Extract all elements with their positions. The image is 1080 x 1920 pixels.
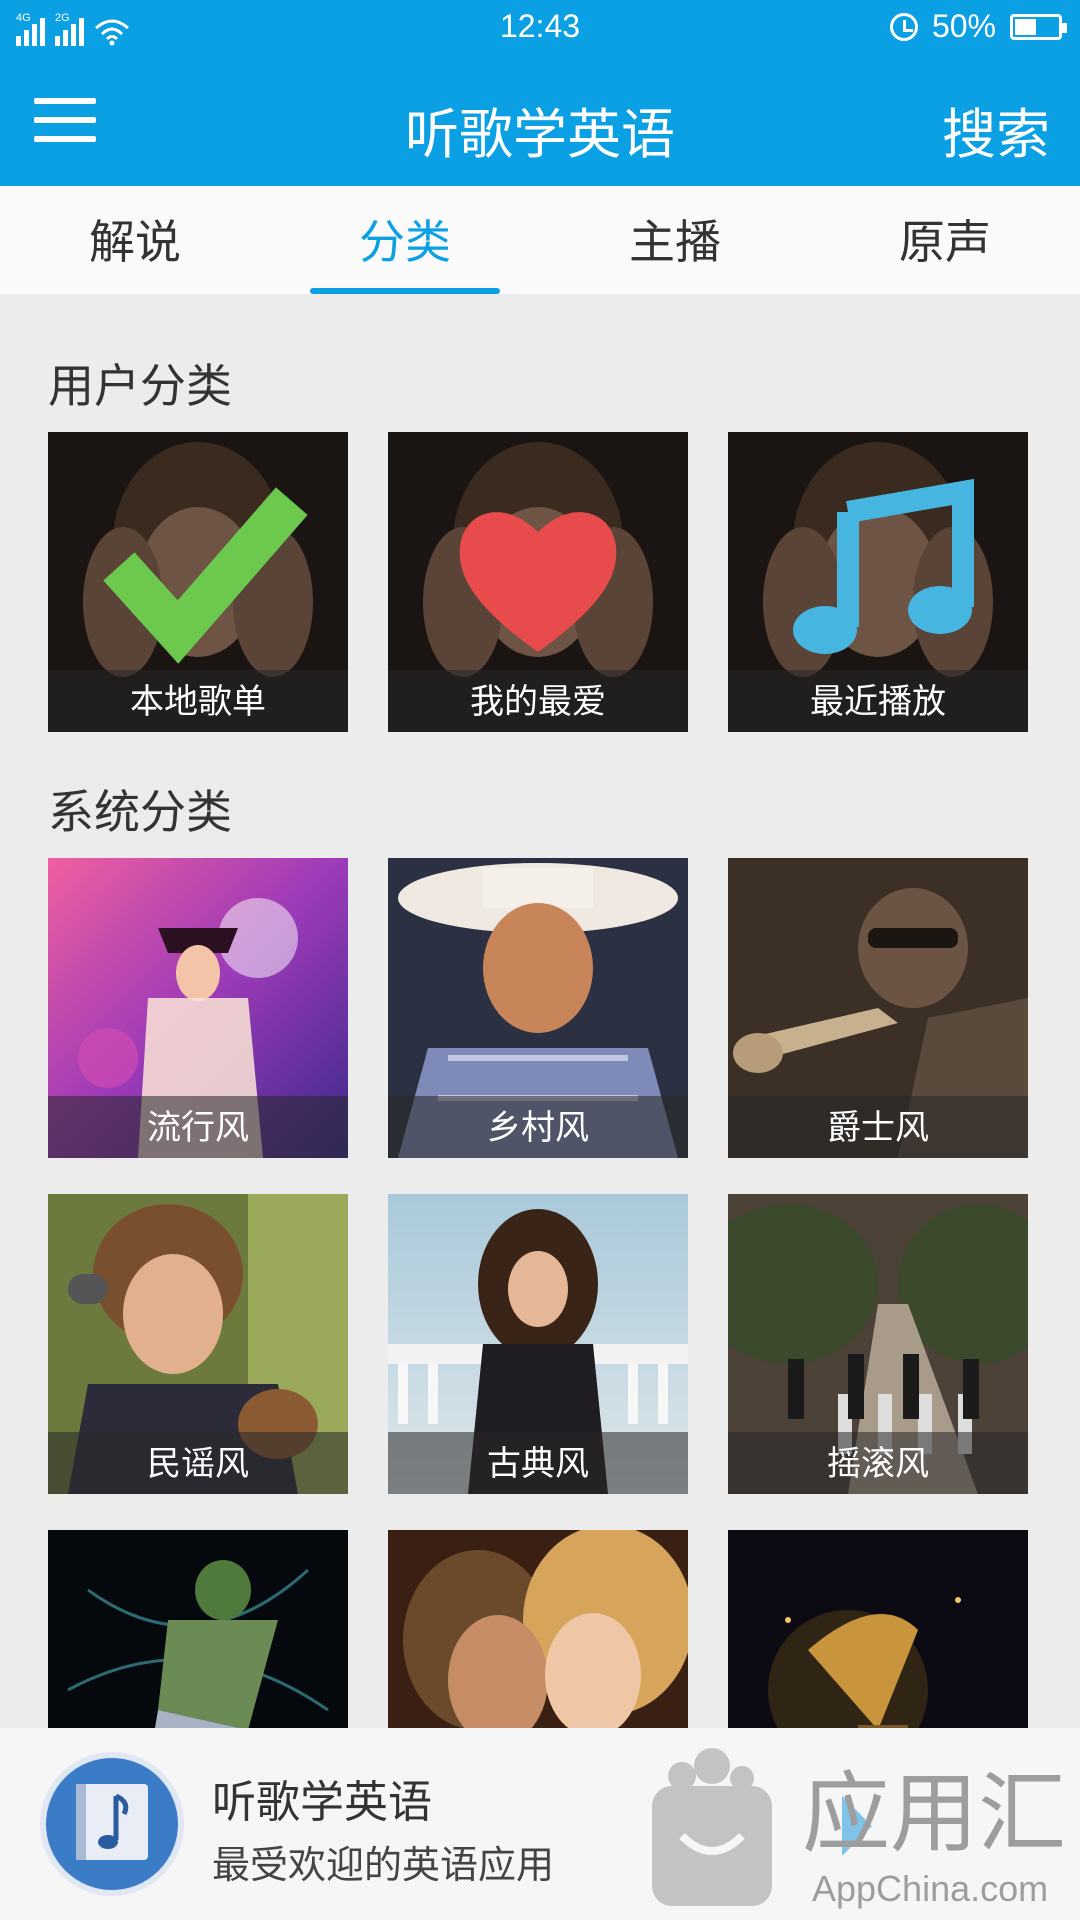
tile-label: 乡村风 xyxy=(388,1096,688,1158)
status-bar: 4G 2G 12:43 50% xyxy=(0,0,1080,58)
search-button[interactable]: 搜索 xyxy=(942,90,1050,169)
promo-banner[interactable]: 听歌学英语 最受欢迎的英语应用 应用汇 AppChina.com xyxy=(0,1728,1080,1920)
battery-percent: 50% xyxy=(931,8,996,44)
status-right: 50% xyxy=(889,8,1067,45)
section-title-system-categories: 系统分类 xyxy=(48,785,232,839)
tile-label: 本地歌单 xyxy=(48,670,348,732)
tab-original[interactable]: 原声 xyxy=(810,186,1080,294)
app-bar: 听歌学英语 搜索 xyxy=(0,58,1080,186)
tile-label: 最近播放 xyxy=(728,670,1028,732)
app-logo xyxy=(40,1752,184,1896)
category-tile-rock[interactable]: 摇滚风 xyxy=(728,1194,1028,1494)
category-tile-local-playlist[interactable]: 本地歌单 xyxy=(48,432,348,732)
category-tile-country[interactable]: 乡村风 xyxy=(388,858,688,1158)
watermark-subtext: AppChina.com xyxy=(812,1868,1048,1909)
tab-commentary[interactable]: 解说 xyxy=(0,186,270,294)
tile-label: 流行风 xyxy=(48,1096,348,1158)
category-tile-favorites[interactable]: 我的最爱 xyxy=(388,432,688,732)
hamburger-menu-icon[interactable] xyxy=(34,98,96,142)
category-tile-recent[interactable]: 最近播放 xyxy=(728,432,1028,732)
appchina-watermark-logo: 应用汇 AppChina.com xyxy=(652,1748,1066,1909)
tab-category[interactable]: 分类 xyxy=(270,186,540,294)
category-tile-folk[interactable]: 民谣风 xyxy=(48,1194,348,1494)
watermark-text: 应用汇 xyxy=(802,1762,1066,1865)
tile-label: 我的最爱 xyxy=(388,670,688,732)
banner-app-desc: 最受欢迎的英语应用 xyxy=(212,1843,555,1887)
tile-label: 古典风 xyxy=(388,1432,688,1494)
section-title-user-categories: 用户分类 xyxy=(48,359,232,413)
alarm-icon xyxy=(889,12,918,41)
battery-icon xyxy=(1010,13,1067,40)
battery-level xyxy=(1015,18,1036,35)
tile-label: 民谣风 xyxy=(48,1432,348,1494)
tab-bar: 解说 分类 主播 原声 xyxy=(0,186,1080,294)
tile-label: 爵士风 xyxy=(728,1096,1028,1158)
category-tile-pop[interactable]: 流行风 xyxy=(48,858,348,1158)
category-tile-jazz[interactable]: 爵士风 xyxy=(728,858,1028,1158)
page-title: 听歌学英语 xyxy=(405,103,675,166)
tab-host[interactable]: 主播 xyxy=(540,186,810,294)
banner-app-name: 听歌学英语 xyxy=(212,1777,432,1828)
tile-label: 摇滚风 xyxy=(728,1432,1028,1494)
book-music-icon xyxy=(76,1784,148,1860)
category-tile-classical[interactable]: 古典风 xyxy=(388,1194,688,1494)
